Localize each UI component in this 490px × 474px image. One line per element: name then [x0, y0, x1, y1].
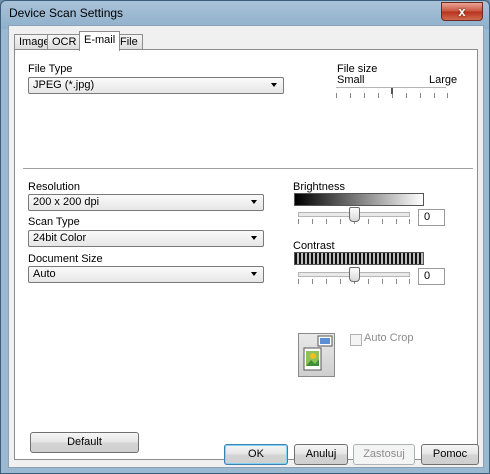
chevron-down-icon — [251, 236, 257, 240]
default-button[interactable]: Default — [30, 432, 139, 453]
contrast-label: Contrast — [293, 240, 335, 252]
auto-crop-checkbox[interactable] — [350, 334, 362, 346]
document-size-value: Auto — [33, 268, 56, 280]
email-tab-panel: File Type JPEG (*.jpg) File size Small L… — [14, 49, 478, 460]
close-icon: x — [458, 4, 466, 19]
tab-email[interactable]: E-mail — [79, 31, 121, 51]
brightness-label: Brightness — [293, 181, 345, 193]
contrast-pattern — [294, 252, 424, 265]
file-type-dropdown[interactable]: JPEG (*.jpg) — [28, 77, 284, 94]
file-type-value: JPEG (*.jpg) — [33, 79, 95, 91]
scan-type-label: Scan Type — [28, 216, 80, 228]
dialog-client: Image OCR E-mail File File Type JPEG (*.… — [8, 25, 484, 468]
scan-type-value: 24bit Color — [33, 232, 87, 244]
cancel-button[interactable]: Anuluj — [294, 444, 348, 465]
contrast-slider[interactable] — [298, 267, 410, 284]
file-size-thumb[interactable] — [391, 88, 393, 94]
tab-ocr[interactable]: OCR — [47, 34, 82, 50]
section-divider — [23, 168, 473, 170]
window-title: Device Scan Settings — [9, 6, 124, 20]
scan-type-dropdown[interactable]: 24bit Color — [28, 230, 264, 247]
document-size-dropdown[interactable]: Auto — [28, 266, 264, 283]
device-scan-settings-window: Device Scan Settings x Image OCR E-mail … — [0, 0, 490, 474]
auto-crop-label: Auto Crop — [364, 332, 414, 344]
file-type-label: File Type — [28, 63, 73, 75]
file-size-large-label: Large — [429, 74, 458, 86]
resolution-dropdown[interactable]: 200 x 200 dpi — [28, 194, 264, 211]
auto-crop-scan-icon — [298, 333, 335, 377]
contrast-value-field[interactable]: 0 — [418, 268, 445, 285]
title-bar[interactable]: Device Scan Settings x — [1, 1, 489, 25]
document-size-label: Document Size — [28, 253, 103, 265]
brightness-value-field[interactable]: 0 — [418, 209, 445, 226]
chevron-down-icon — [271, 83, 277, 87]
chevron-down-icon — [251, 272, 257, 276]
help-button[interactable]: Pomoc — [421, 444, 479, 465]
chevron-down-icon — [251, 200, 257, 204]
apply-button[interactable]: Zastosuj — [353, 444, 415, 465]
close-button[interactable]: x — [441, 2, 483, 21]
brightness-gradient — [294, 193, 424, 206]
brightness-slider[interactable] — [298, 207, 410, 224]
file-size-small-label: Small — [337, 74, 365, 86]
ok-button[interactable]: OK — [224, 444, 288, 465]
resolution-label: Resolution — [28, 181, 80, 193]
contrast-thumb[interactable] — [349, 267, 360, 282]
brightness-thumb[interactable] — [349, 207, 360, 222]
resolution-value: 200 x 200 dpi — [33, 196, 100, 208]
file-size-slider[interactable] — [336, 87, 448, 98]
